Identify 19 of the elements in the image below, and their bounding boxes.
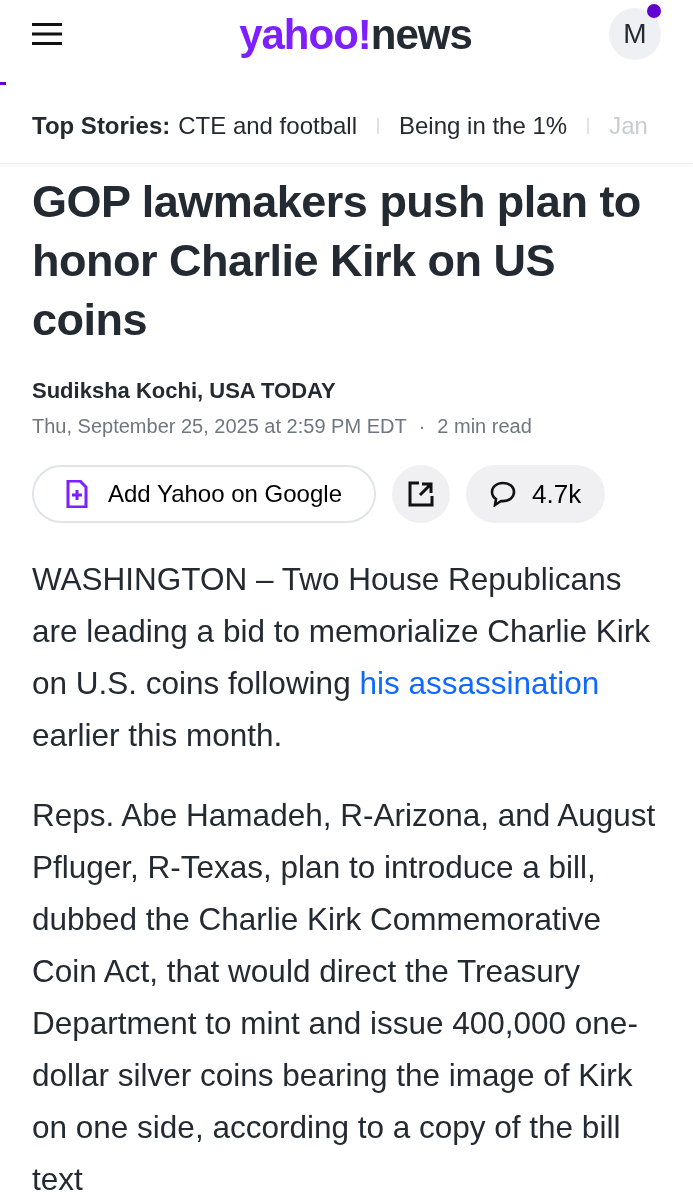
top-stories-label: Top Stories:	[32, 110, 171, 141]
logo[interactable]: yahoo!news	[239, 2, 472, 66]
external-link-icon	[408, 481, 434, 507]
top-story-link[interactable]: Being in the 1%	[399, 107, 568, 144]
separator-dot: ·	[418, 414, 426, 439]
speech-bubble-icon	[490, 481, 516, 507]
publish-date: Thu, September 25, 2025 at 2:59 PM EDT	[32, 414, 407, 439]
menu-icon[interactable]	[32, 23, 62, 45]
headline: GOP lawmakers push plan to honor Charlie Kirk on US coins	[32, 175, 642, 347]
article-paragraph: Reps. Abe Hamadeh, R-Arizona, and August Pfluger, R-Texas, plan to introduce a bill, dubbed the Charlie Kirk Commemorative Coin Act, that would direct the Treasury Department to mint and issue 400,000 one-dollar silver coins bearing the image of Kirk on one side, according to a copy of the bill text	[32, 796, 657, 1199]
article-link[interactable]: his assassination	[359, 665, 600, 701]
top-story-link[interactable]: CTE and football	[178, 107, 357, 144]
byline: Sudiksha Kochi, USA TODAY	[32, 377, 337, 405]
article-paragraph: WASHINGTON – Two House Republicans are leading a bid to memorialize Charlie Kirk on U.S. coins following his assassination earlier this month.	[32, 560, 652, 755]
read-time: 2 min read	[437, 414, 532, 439]
comments-button[interactable]: 4.7k	[466, 465, 606, 523]
avatar-button[interactable]: M	[609, 8, 661, 60]
document-plus-icon	[66, 480, 88, 508]
add-yahoo-button[interactable]: Add Yahoo on Google	[32, 465, 376, 523]
